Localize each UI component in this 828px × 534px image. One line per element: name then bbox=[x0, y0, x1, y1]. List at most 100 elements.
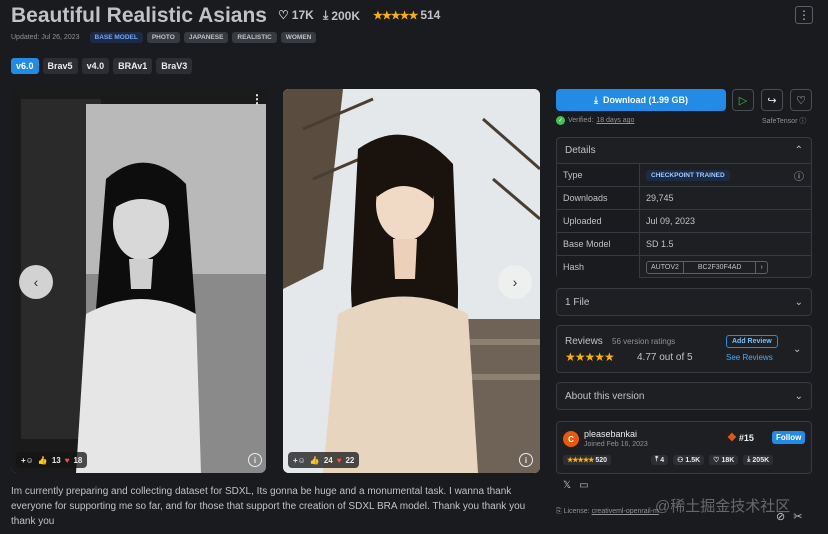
run-button[interactable]: ▷ bbox=[732, 89, 754, 111]
hash-value[interactable]: BC2F30F4AD bbox=[682, 261, 756, 273]
details-panel: Details ⌃ Type CHECKPOINT TRAINED ⓘ Downl… bbox=[556, 137, 812, 278]
check-icon: ✓ bbox=[556, 116, 565, 125]
rating-stars: ★★★★★ bbox=[567, 457, 594, 464]
likes-count: 17K bbox=[291, 8, 314, 22]
download-icon: ⤓ bbox=[594, 94, 598, 105]
updated-date: Updated: Jul 26, 2023 bbox=[11, 34, 80, 41]
info-icon[interactable]: ⓘ bbox=[794, 168, 804, 183]
uploaded-label: Uploaded bbox=[557, 210, 640, 232]
add-review-button[interactable]: Add Review bbox=[726, 335, 778, 348]
uploaded-value: Jul 09, 2023 bbox=[646, 216, 696, 226]
hash-algo[interactable]: AUTOV2 bbox=[647, 262, 683, 273]
version-tab-brav1[interactable]: BRAv1 bbox=[113, 58, 153, 74]
creator-favorites: ♡ 18K bbox=[709, 455, 739, 465]
tag-japanese[interactable]: JAPANESE bbox=[183, 32, 229, 43]
likes-stat[interactable]: ♡ 17K bbox=[278, 8, 314, 22]
version-tabs: v6.0 Brav5 v4.0 BRAv1 BraV3 bbox=[11, 58, 193, 74]
base-model-value: SD 1.5 bbox=[646, 239, 674, 249]
reviews-stars: ★★★★★ bbox=[565, 350, 615, 364]
about-title: About this version bbox=[565, 390, 645, 402]
downloads-count: 200K bbox=[331, 8, 360, 23]
license-icons: ⊘ ✂ bbox=[776, 510, 802, 523]
details-row-uploaded: Uploaded Jul 09, 2023 bbox=[557, 209, 811, 232]
reviews-title: Reviews bbox=[565, 336, 603, 347]
tag-base-model[interactable]: BASE MODEL bbox=[89, 32, 143, 43]
download-icon: ⤓ bbox=[747, 456, 751, 463]
rating-count: 514 bbox=[420, 8, 441, 22]
hash-box[interactable]: AUTOV2 BC2F30F4AD › bbox=[646, 260, 768, 274]
safetensor-label[interactable]: SafeTensor ⓘ bbox=[762, 116, 806, 126]
version-tab-v4[interactable]: v4.0 bbox=[81, 58, 110, 74]
see-reviews-link[interactable]: See Reviews bbox=[726, 353, 773, 362]
image-2-info-icon[interactable]: i bbox=[519, 453, 533, 467]
chevron-up-icon: ⌃ bbox=[794, 145, 803, 156]
creator-name[interactable]: pleasebankai bbox=[584, 429, 637, 439]
users-icon: ⚇ bbox=[677, 457, 684, 464]
uploads-count: 4 bbox=[660, 456, 665, 464]
thumbs-up-icon: 👍 bbox=[309, 455, 320, 465]
download-label: Download (1.99 GB) bbox=[602, 95, 688, 105]
files-title: 1 File bbox=[565, 296, 590, 308]
reviews-count: 56 version ratings bbox=[612, 337, 676, 346]
thumbs-up-icon: 👍 bbox=[37, 455, 48, 465]
more-menu-button[interactable]: ⋮ bbox=[795, 6, 813, 24]
heart-count: 22 bbox=[345, 455, 355, 465]
favorite-button[interactable]: ♡ bbox=[790, 89, 812, 111]
heart-icon: ♥ bbox=[64, 455, 70, 465]
license-icon: ⎘ bbox=[556, 508, 562, 515]
share-button[interactable]: ↪ bbox=[761, 89, 783, 111]
gallery-prev-button[interactable]: ‹ bbox=[19, 265, 53, 299]
about-version-panel[interactable]: About this version ⌄ bbox=[556, 382, 812, 410]
rating-count: 520 bbox=[595, 456, 608, 464]
image-2-reactions[interactable]: +☺ 👍 24 ♥ 22 bbox=[288, 452, 360, 468]
image-1-info-icon[interactable]: i bbox=[248, 453, 262, 467]
downloads-count: 205K bbox=[752, 456, 770, 464]
details-header[interactable]: Details ⌃ bbox=[557, 138, 811, 163]
heart-icon: ♡ bbox=[796, 94, 806, 107]
type-badge: CHECKPOINT TRAINED bbox=[646, 169, 730, 181]
no-commercial-icon: ⊘ bbox=[776, 511, 786, 523]
details-title: Details bbox=[565, 145, 596, 156]
video-icon[interactable]: ▭ bbox=[579, 480, 588, 491]
creator-card: C pleasebankai Joined Feb 16, 2023 ❖ #15 … bbox=[556, 421, 812, 474]
rating-stat[interactable]: ★★★★★ 514 bbox=[373, 8, 440, 22]
version-tab-brav3[interactable]: BraV3 bbox=[156, 58, 193, 74]
heart-icon: ♡ bbox=[713, 457, 720, 464]
tag-photo[interactable]: PHOTO bbox=[146, 32, 180, 43]
license-link[interactable]: creativeml-openrail-m bbox=[592, 508, 659, 515]
creator-followers: ⚇ 1.5K bbox=[673, 455, 705, 465]
avatar[interactable]: C bbox=[563, 431, 579, 447]
chevron-right-icon[interactable]: › bbox=[755, 261, 766, 273]
details-row-downloads: Downloads 29,745 bbox=[557, 186, 811, 209]
verified-date[interactable]: 18 days ago bbox=[596, 117, 634, 124]
add-reaction-icon[interactable]: +☺ bbox=[293, 456, 306, 465]
creator-rank: ❖ #15 bbox=[727, 431, 754, 444]
twitter-icon[interactable]: 𝕏 bbox=[563, 480, 571, 491]
add-reaction-icon[interactable]: +☺ bbox=[21, 456, 34, 465]
followers-count: 1.5K bbox=[685, 456, 701, 464]
tag-women[interactable]: WOMEN bbox=[280, 32, 317, 43]
files-panel[interactable]: 1 File ⌄ bbox=[556, 288, 812, 316]
gallery-next-button[interactable]: › bbox=[498, 265, 532, 299]
image-options-icon[interactable]: ⋮ bbox=[251, 92, 263, 106]
page-title: Beautiful Realistic Asians bbox=[11, 4, 267, 27]
details-row-hash: Hash AUTOV2 BC2F30F4AD › bbox=[557, 255, 811, 278]
download-button[interactable]: ⤓ Download (1.99 GB) bbox=[556, 89, 726, 111]
creator-rating: ★★★★★ 520 bbox=[563, 455, 612, 465]
info-icon: ⓘ bbox=[799, 118, 807, 125]
creator-downloads: ⤓ 205K bbox=[743, 455, 774, 465]
rank-badge-icon: ❖ bbox=[727, 432, 737, 444]
chevron-down-icon[interactable]: ⌄ bbox=[793, 344, 801, 355]
image-1-reactions[interactable]: +☺ 👍 13 ♥ 18 bbox=[16, 452, 88, 468]
share-icon: ↪ bbox=[767, 94, 777, 107]
license-row: ⎘ License: creativeml-openrail-m bbox=[556, 508, 659, 516]
downloads-label: Downloads bbox=[557, 187, 640, 209]
download-icon: ⤓ bbox=[323, 8, 329, 22]
verified-status: ✓ Verified: 18 days ago bbox=[556, 116, 634, 125]
follow-button[interactable]: Follow bbox=[772, 431, 806, 444]
version-tab-v6[interactable]: v6.0 bbox=[11, 58, 39, 74]
version-tab-brav5[interactable]: Brav5 bbox=[42, 58, 78, 74]
watermark-text: @稀土掘金技术社区 bbox=[655, 498, 791, 515]
details-row-base-model: Base Model SD 1.5 bbox=[557, 232, 811, 255]
tag-realistic[interactable]: REALISTIC bbox=[232, 32, 277, 43]
